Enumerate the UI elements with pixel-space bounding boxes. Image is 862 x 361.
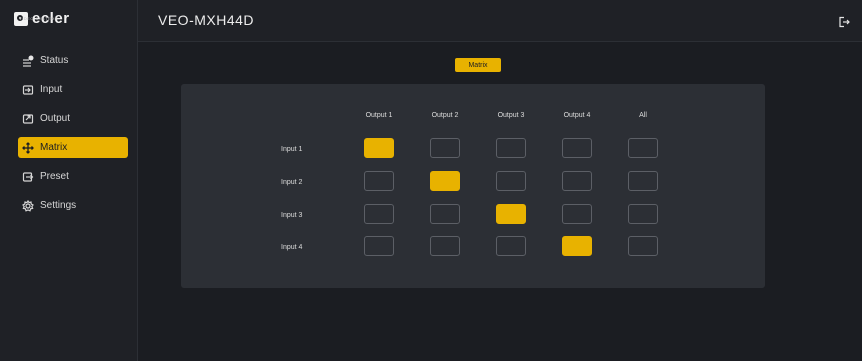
column-header-output-3: Output 3 [497,112,525,119]
input-icon [22,84,34,96]
main-content: Matrix Output 1 Output 2 Output 3 Output… [138,42,862,361]
column-header-all: All [639,112,647,119]
sidebar-item-settings[interactable]: Settings [18,195,128,216]
gear-icon [22,199,34,212]
row-header-input-4: Input 4 [281,244,303,251]
matrix-cell-input-4-output-3[interactable] [496,236,526,256]
matrix-cell-input-2-all[interactable] [628,171,658,191]
matrix-cell-input-3-output-3[interactable] [496,204,526,224]
matrix-cell-input-1-output-4[interactable] [562,138,592,158]
preset-icon [22,171,34,183]
sidebar-item-status[interactable]: Status [18,50,128,71]
row-header-input-2: Input 2 [281,179,303,186]
matrix-cell-input-1-output-3[interactable] [496,138,526,158]
sidebar-item-label: Matrix [40,142,68,153]
matrix-cell-input-1-all[interactable] [628,138,658,158]
sidebar-item-input[interactable]: Input [18,79,128,100]
matrix-cell-input-3-output-1[interactable] [364,204,394,224]
matrix-cell-input-4-output-4[interactable] [562,236,592,256]
matrix-cell-input-2-output-2[interactable] [430,171,460,191]
sidebar-item-label: Settings [40,200,77,211]
sidebar-item-label: Status [40,55,69,66]
column-header-output-2: Output 2 [431,112,459,119]
output-icon [22,113,34,125]
column-header-output-4: Output 4 [563,112,591,119]
matrix-cell-input-2-output-3[interactable] [496,171,526,191]
sidebar-item-label: Output [40,113,71,124]
top-header: VEO-MXH44D [138,0,862,42]
sidebar-item-output[interactable]: Output [18,108,128,129]
row-header-input-3: Input 3 [281,212,303,219]
matrix-cell-input-3-output-4[interactable] [562,204,592,224]
matrix-cell-input-3-all[interactable] [628,204,658,224]
sidebar: ecler VIDEO SYSTEMS Status Input Output [0,0,138,361]
matrix-cell-input-2-output-1[interactable] [364,171,394,191]
matrix-panel: Output 1 Output 2 Output 3 Output 4 All … [181,84,765,288]
sidebar-item-label: Input [40,84,63,95]
column-header-output-1: Output 1 [365,112,393,119]
logout-icon[interactable] [838,15,850,28]
matrix-cell-input-1-output-1[interactable] [364,138,394,158]
matrix-cell-input-2-output-4[interactable] [562,171,592,191]
page-title: VEO-MXH44D [158,12,255,28]
matrix-icon [22,141,34,154]
matrix-cell-input-3-output-2[interactable] [430,204,460,224]
matrix-cell-input-4-output-2[interactable] [430,236,460,256]
matrix-cell-input-1-output-2[interactable] [430,138,460,158]
status-icon [22,55,34,67]
sidebar-nav: Status Input Output Matrix Preset Settin… [18,50,128,224]
matrix-cell-input-4-output-1[interactable] [364,236,394,256]
tab-matrix[interactable]: Matrix [455,58,501,72]
sidebar-item-preset[interactable]: Preset [18,166,128,187]
row-header-input-1: Input 1 [281,146,303,153]
sidebar-item-label: Preset [40,171,69,182]
matrix-cell-input-4-all[interactable] [628,236,658,256]
sidebar-item-matrix[interactable]: Matrix [18,137,128,158]
brand-tagline: VIDEO SYSTEMS [19,16,59,21]
